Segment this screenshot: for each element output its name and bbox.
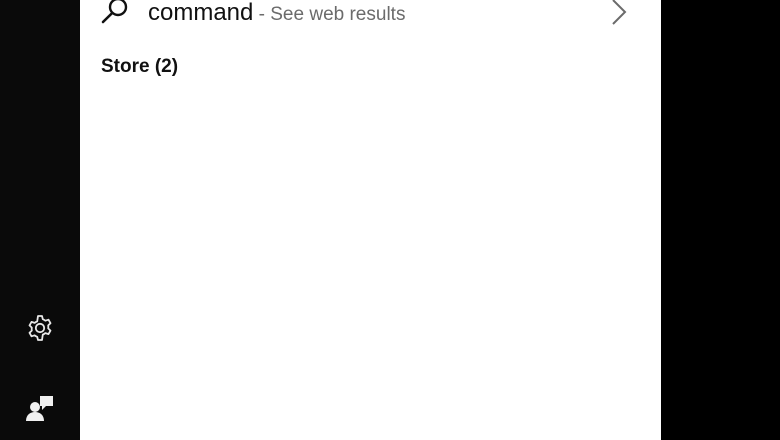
- chevron-right-icon: [612, 0, 627, 25]
- start-left-rail: [0, 0, 80, 440]
- web-results-hint: - See web results: [253, 4, 406, 25]
- feedback-button[interactable]: [20, 388, 60, 428]
- web-search-result[interactable]: command - See web results: [80, 0, 661, 32]
- store-section-header[interactable]: Store (2): [101, 56, 178, 78]
- start-search-screen: command - See web results Store (2): [0, 0, 780, 440]
- gear-icon: [28, 315, 52, 341]
- search-query-text: command - See web results: [148, 0, 405, 31]
- query-term: command: [148, 0, 254, 26]
- search-icon: [101, 0, 128, 24]
- settings-button[interactable]: [20, 308, 60, 348]
- search-results-panel: command - See web results Store (2): [80, 0, 661, 440]
- feedback-icon: [26, 396, 53, 421]
- desktop-background: [661, 0, 780, 440]
